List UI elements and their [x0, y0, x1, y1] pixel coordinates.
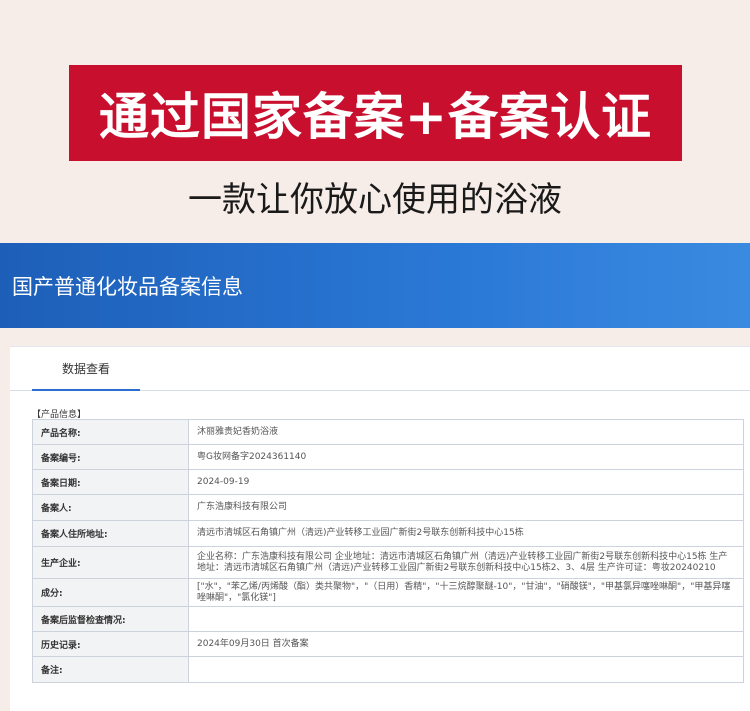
row-value — [189, 657, 743, 682]
row-label: 历史记录: — [33, 632, 189, 656]
row-label: 备案人: — [33, 495, 189, 520]
row-label: 产品名称: — [33, 420, 189, 444]
row-label: 备案人住所地址: — [33, 521, 189, 546]
banner-subtitle: 一款让你放心使用的浴液 — [188, 180, 562, 220]
record-panel: 数据查看 【产品信息】 产品名称: 沐丽雅贵妃香奶浴液 备案编号: 粤G妆网备字… — [10, 346, 750, 711]
row-label: 备案编号: — [33, 445, 189, 469]
table-row: 备案编号: 粤G妆网备字2024361140 — [33, 445, 743, 470]
row-value: 粤G妆网备字2024361140 — [197, 451, 307, 462]
table-row: 生产企业: 企业名称：广东浩康科技有限公司 企业地址：清远市清城区石角镇广州（清… — [33, 547, 743, 579]
row-value: 沐丽雅贵妃香奶浴液 — [197, 426, 279, 437]
row-label: 生产企业: — [33, 547, 189, 578]
row-label: 备注: — [33, 657, 189, 682]
headline-banner: 通过国家备案+备案认证 — [69, 65, 682, 161]
portal-header: 国产普通化妆品备案信息 — [0, 243, 750, 328]
table-row: 历史记录: 2024年09月30日 首次备案 — [33, 632, 743, 657]
row-value: 清远市清城区石角镇广州（清远)产业转移工业园广新街2号联东创新科技中心15栋 — [197, 528, 524, 538]
product-info-table: 产品名称: 沐丽雅贵妃香奶浴液 备案编号: 粤G妆网备字2024361140 备… — [32, 419, 744, 683]
tab-data-view[interactable]: 数据查看 — [32, 347, 140, 391]
row-value: 广东浩康科技有限公司 — [197, 502, 288, 512]
row-value: ["水"，"苯乙烯/丙烯酸（酯）类共聚物"，"（日用）香精"，"十三烷醇聚醚-1… — [197, 581, 731, 603]
table-row: 备案人住所地址: 清远市清城区石角镇广州（清远)产业转移工业园广新街2号联东创新… — [33, 521, 743, 547]
row-label: 备案日期: — [33, 470, 189, 494]
row-value: 企业名称：广东浩康科技有限公司 企业地址：清远市清城区石角镇广州（清远)产业转移… — [197, 551, 728, 573]
tab-bar: 数据查看 — [10, 347, 750, 391]
table-row: 备案后监督检查情况: — [33, 607, 743, 632]
portal-title: 国产普通化妆品备案信息 — [12, 274, 243, 299]
table-row: 成分: ["水"，"苯乙烯/丙烯酸（酯）类共聚物"，"（日用）香精"，"十三烷醇… — [33, 579, 743, 607]
row-label: 备案后监督检查情况: — [33, 607, 189, 631]
row-value: 2024年09月30日 首次备案 — [197, 638, 309, 649]
table-row: 备注: — [33, 657, 743, 682]
row-value — [189, 607, 743, 631]
table-row: 产品名称: 沐丽雅贵妃香奶浴液 — [33, 420, 743, 445]
row-value: 2024-09-19 — [197, 476, 250, 487]
banner-title: 通过国家备案+备案认证 — [99, 88, 652, 146]
row-label: 成分: — [33, 579, 189, 606]
table-row: 备案人: 广东浩康科技有限公司 — [33, 495, 743, 521]
table-row: 备案日期: 2024-09-19 — [33, 470, 743, 495]
